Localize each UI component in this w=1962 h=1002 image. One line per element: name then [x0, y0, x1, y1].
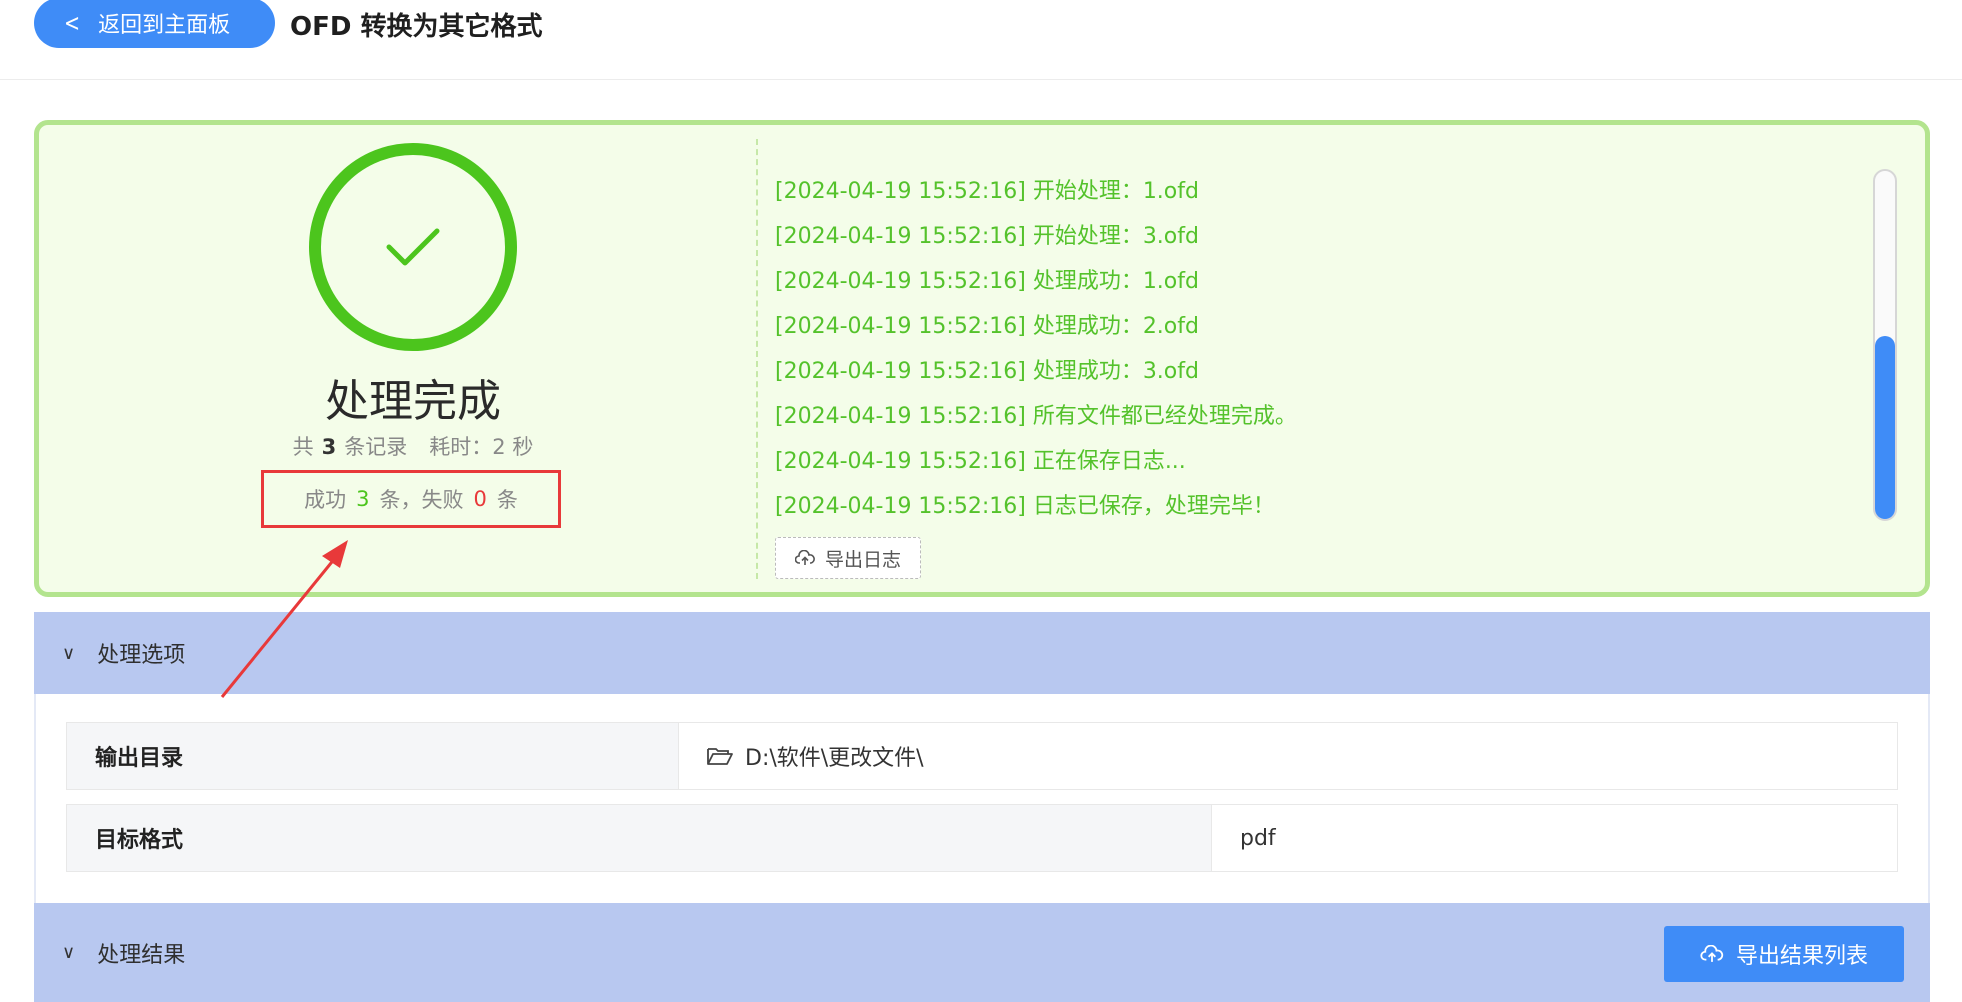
fail-count: 0	[473, 487, 487, 511]
log-line: [2024-04-19 15:52:16] 所有文件都已经处理完成。	[775, 404, 1297, 429]
section-title: 处理结果	[97, 942, 186, 968]
summary-unit: 条记录	[344, 435, 408, 459]
cloud-upload-icon	[1700, 945, 1724, 962]
log-line: [2024-04-19 15:52:16] 日志已保存，处理完毕！	[775, 494, 1275, 519]
back-to-dashboard-button[interactable]: < 返回到主面板	[34, 0, 275, 48]
log-line: [2024-04-19 15:52:16] 处理成功：2.ofd	[775, 314, 1199, 339]
output-dir-path: D:\软件\更改文件\	[745, 746, 924, 771]
success-suffix: 条，失败	[379, 488, 464, 512]
output-dir-value[interactable]: D:\软件\更改文件\	[679, 723, 1897, 789]
chevron-down-icon: ∨	[62, 942, 76, 963]
record-summary: 共 3 条记录 耗时：2 秒	[219, 431, 607, 461]
table-row: 目标格式 pdf	[66, 804, 1898, 872]
log-line: [2024-04-19 15:52:16] 处理成功：3.ofd	[775, 359, 1199, 384]
success-prefix: 成功	[304, 488, 347, 512]
log-scrollbar[interactable]	[1873, 169, 1897, 521]
chevron-left-icon: <	[64, 9, 81, 37]
target-format-label: 目标格式	[67, 805, 1212, 871]
total-count: 3	[321, 435, 337, 459]
log-line: [2024-04-19 15:52:16] 开始处理：1.ofd	[775, 179, 1199, 204]
log-line: [2024-04-19 15:52:16] 开始处理：3.ofd	[775, 224, 1199, 249]
export-log-button[interactable]: 导出日志	[775, 537, 921, 579]
top-bar: < 返回到主面板 OFD 转换为其它格式	[0, 0, 1962, 80]
result-panel: 处理完成 共 3 条记录 耗时：2 秒 成功 3 条，失败 0 条 [2024-04-19 1…	[34, 120, 1930, 597]
section-processing-results[interactable]: ∨ 处理结果	[34, 903, 1930, 1002]
elapsed-time: 耗时：2 秒	[429, 435, 534, 459]
status-title: 处理完成	[325, 376, 501, 427]
success-check-icon	[309, 143, 517, 351]
export-results-label: 导出结果列表	[1735, 944, 1868, 969]
log-list: [2024-04-19 15:52:16] 开始处理：1.ofd [2024-0…	[775, 169, 1875, 529]
log-scrollbar-thumb[interactable]	[1875, 336, 1895, 519]
target-format-value: pdf	[1212, 805, 1897, 871]
fail-suffix: 条	[496, 488, 518, 512]
log-line: [2024-04-19 15:52:16] 处理成功：1.ofd	[775, 269, 1199, 294]
panel-divider	[756, 139, 758, 579]
success-fail-counts: 成功 3 条，失败 0 条	[261, 470, 561, 528]
output-dir-label: 输出目录	[67, 723, 679, 789]
chevron-down-icon: ∨	[62, 642, 76, 664]
page-title: OFD 转换为其它格式	[290, 12, 543, 42]
folder-open-icon	[707, 748, 733, 765]
back-button-label: 返回到主面板	[98, 13, 231, 38]
cloud-upload-icon	[794, 550, 815, 565]
section-title: 处理选项	[97, 643, 186, 668]
success-count: 3	[356, 487, 370, 511]
export-log-label: 导出日志	[824, 548, 901, 571]
export-results-button[interactable]: 导出结果列表	[1664, 926, 1904, 982]
options-table: 输出目录 D:\软件\更改文件\ 目标格式 pdf	[34, 694, 1930, 903]
summary-prefix: 共	[292, 435, 314, 459]
section-processing-options[interactable]: ∨ 处理选项	[34, 612, 1930, 694]
log-line: [2024-04-19 15:52:16] 正在保存日志...	[775, 449, 1186, 474]
table-row: 输出目录 D:\软件\更改文件\	[66, 722, 1898, 790]
